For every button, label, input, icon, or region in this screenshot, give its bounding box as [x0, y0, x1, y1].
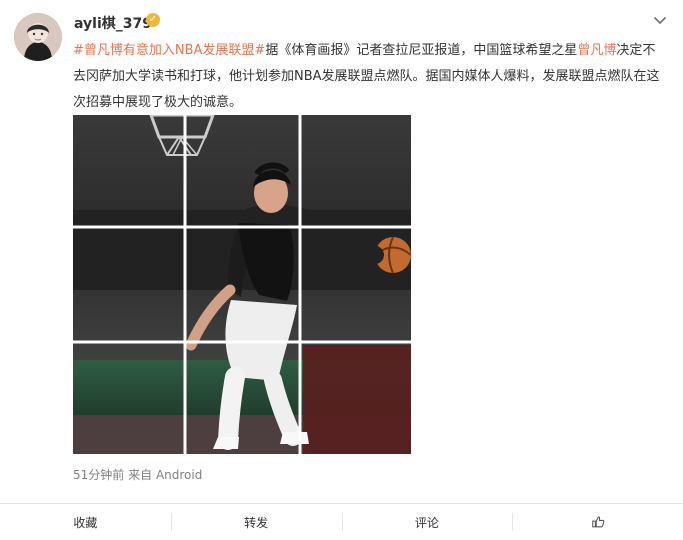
- like-button[interactable]: [512, 504, 683, 540]
- chevron-down-icon[interactable]: [653, 14, 667, 28]
- post-text: #曾凡博有意加入NBA发展联盟#据《体育画报》记者查拉尼亚报道，中国篮球希望之星…: [73, 38, 668, 116]
- comment-button[interactable]: 评论: [341, 504, 513, 540]
- source-client: Android: [155, 468, 203, 482]
- thumbs-up-icon: [591, 516, 604, 528]
- mention-link[interactable]: 曾凡博: [577, 43, 616, 58]
- comment-label: 评论: [414, 515, 439, 530]
- post-meta: 51分钟前 来自 Android: [73, 466, 202, 483]
- username[interactable]: ayli棋_379: [74, 13, 152, 33]
- repost-button[interactable]: 转发: [170, 504, 342, 540]
- favorite-button[interactable]: 收藏: [0, 504, 171, 540]
- timestamp[interactable]: 51分钟前: [73, 468, 124, 482]
- post-action-bar: 收藏 转发 评论: [0, 503, 683, 540]
- verified-badge-icon: ✓: [146, 13, 160, 27]
- favorite-label: 收藏: [73, 515, 98, 530]
- avatar[interactable]: [14, 13, 62, 61]
- source-prefix: 来自: [128, 468, 153, 482]
- photo-grid[interactable]: [73, 115, 411, 454]
- repost-label: 转发: [244, 515, 269, 530]
- hashtag-link[interactable]: #曾凡博有意加入NBA发展联盟#: [73, 43, 265, 58]
- post-body-part-1: 据《体育画报》记者查拉尼亚报道，中国篮球希望之星: [265, 43, 578, 58]
